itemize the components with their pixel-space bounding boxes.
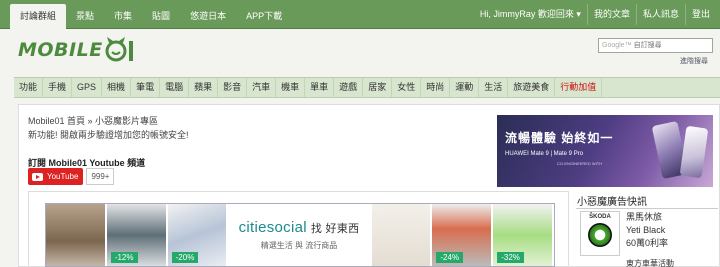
category-nav: 功能 手機 GPS 相機 筆電 電腦 蘋果 影音 汽車 機車 單車 遊戲 居家 … xyxy=(14,77,720,98)
skoda-logo-icon xyxy=(588,223,612,247)
brand-tagline: 精選生活 與 流行商品 xyxy=(260,241,338,250)
tab-market[interactable]: 市集 xyxy=(104,4,142,29)
security-notice[interactable]: 新功能! 閱啟兩步驗證增加您的帳號安全! xyxy=(28,128,189,141)
tab-stickers[interactable]: 貼圖 xyxy=(142,4,180,29)
phone-image xyxy=(679,125,709,179)
tab-attractions[interactable]: 景點 xyxy=(66,4,104,29)
category-item[interactable]: GPS xyxy=(72,78,103,97)
brand-name: citiesocial 找 好東西 xyxy=(238,219,360,236)
category-item[interactable]: 電腦 xyxy=(160,78,190,97)
category-item[interactable]: 遊戲 xyxy=(334,78,364,97)
logout-link[interactable]: 登出 xyxy=(684,4,716,25)
category-item[interactable]: 旅遊美食 xyxy=(508,78,556,97)
sidebar-title: 小惡魔廣告快訊 xyxy=(577,197,647,208)
subscriber-count: 999+ xyxy=(86,168,115,185)
discount-badge: -32% xyxy=(497,252,524,263)
category-item[interactable]: 女性 xyxy=(392,78,422,97)
breadcrumb[interactable]: Mobile01 首頁 » 小惡魔影片專區 xyxy=(28,114,158,127)
category-item[interactable]: 功能 xyxy=(14,78,44,97)
tab-japan[interactable]: 悠遊日本 xyxy=(180,4,236,29)
youtube-subscribe: YouTube 999+ xyxy=(28,168,115,185)
tab-app-download[interactable]: APP下載 xyxy=(236,4,292,29)
discount-badge: -12% xyxy=(110,252,138,263)
devil-01-icon xyxy=(105,37,133,62)
divider xyxy=(576,208,718,209)
search-box: Google™ xyxy=(598,38,713,53)
category-item[interactable]: 時尚 xyxy=(421,78,451,97)
skoda-logo-text: ŠKODA xyxy=(589,214,611,220)
product-tile[interactable]: -12% xyxy=(106,204,166,266)
product-tile[interactable]: -24% xyxy=(432,204,492,266)
sidebar-next-item[interactable]: 東方車華活動 xyxy=(626,258,674,267)
category-item[interactable]: 機車 xyxy=(276,78,306,97)
mobile01-logo[interactable]: MOBILE xyxy=(18,37,135,63)
private-messages-link[interactable]: 私人訊息 xyxy=(635,4,685,25)
category-item[interactable]: 運動 xyxy=(450,78,480,97)
advanced-search-link[interactable]: 進階搜尋 xyxy=(680,56,708,66)
product-tile[interactable] xyxy=(46,204,105,266)
category-item[interactable]: 蘋果 xyxy=(189,78,219,97)
citiesocial-banner-ad[interactable]: -12% -20% citiesocial 找 好東西 精選生活 與 流行商品 -… xyxy=(45,203,555,267)
category-item-mobile-value-added[interactable]: 行動加值 xyxy=(555,78,603,97)
skoda-ad-thumbnail[interactable]: ŠKODA xyxy=(580,211,620,256)
user-menu: Hi, JimmyRay 歡迎回來 ▾ 我的文章 私人訊息 登出 xyxy=(474,4,716,25)
discount-badge: -24% xyxy=(436,252,464,263)
category-item[interactable]: 生活 xyxy=(479,78,509,97)
product-tile[interactable]: -20% xyxy=(167,204,227,266)
category-item[interactable]: 汽車 xyxy=(247,78,277,97)
caret-down-icon: ▾ xyxy=(576,9,581,19)
my-articles-link[interactable]: 我的文章 xyxy=(586,4,636,25)
product-tile[interactable]: -32% xyxy=(493,204,553,266)
discount-badge: -20% xyxy=(171,252,199,263)
category-item[interactable]: 手機 xyxy=(43,78,73,97)
banner-models: HUAWEI Mate 9 | Mate 9 Pro xyxy=(505,151,584,157)
sidebar-ad-text[interactable]: 黑馬休旅 Yeti Black 60萬0利率 xyxy=(626,211,668,250)
citiesocial-brand-block[interactable]: citiesocial 找 好東西 精選生活 與 流行商品 xyxy=(228,204,369,266)
youtube-subscribe-button[interactable]: YouTube xyxy=(28,168,84,185)
tab-forum[interactable]: 討論群組 xyxy=(10,4,67,29)
category-item[interactable]: 居家 xyxy=(363,78,393,97)
user-greeting-dropdown[interactable]: Hi, JimmyRay 歡迎回來 ▾ xyxy=(474,4,587,25)
top-navigation-bar: 討論群組 景點 市集 貼圖 悠遊日本 APP下載 Hi, JimmyRay 歡迎… xyxy=(0,0,720,29)
logo-text: MOBILE xyxy=(18,39,103,61)
banner-small-text: CO-ENGINEERED WITH xyxy=(557,161,603,166)
category-item[interactable]: 筆電 xyxy=(131,78,161,97)
huawei-banner-ad[interactable]: 流暢體驗 始終如一 HUAWEI Mate 9 | Mate 9 Pro CO-… xyxy=(497,115,713,187)
category-item[interactable]: 單車 xyxy=(305,78,335,97)
category-item[interactable]: 影音 xyxy=(218,78,248,97)
search-input[interactable] xyxy=(633,39,709,52)
youtube-play-icon xyxy=(32,172,43,181)
top-nav: 討論群組 景點 市集 貼圖 悠遊日本 APP下載 xyxy=(10,4,292,29)
product-tile[interactable] xyxy=(371,204,431,266)
category-item[interactable]: 相機 xyxy=(102,78,132,97)
google-label: Google™ xyxy=(602,42,632,49)
banner-headline: 流暢體驗 始終如一 xyxy=(505,131,614,145)
